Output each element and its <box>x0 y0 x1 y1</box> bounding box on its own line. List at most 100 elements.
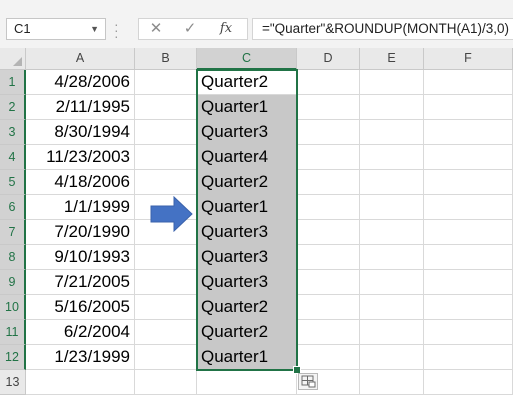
cell-f[interactable] <box>424 370 513 395</box>
cell-b[interactable] <box>135 370 197 395</box>
cell-e[interactable] <box>360 220 424 245</box>
row-header[interactable]: 13 <box>0 370 26 395</box>
cell-e[interactable] <box>360 295 424 320</box>
cell-a[interactable] <box>26 370 135 395</box>
cell-d[interactable] <box>297 195 360 220</box>
column-header-c[interactable]: C <box>197 48 297 70</box>
row-header[interactable]: 2 <box>0 95 26 120</box>
cell-c[interactable]: Quarter1 <box>197 95 297 120</box>
cell-f[interactable] <box>424 320 513 345</box>
column-header-b[interactable]: B <box>135 48 197 70</box>
row-header[interactable]: 3 <box>0 120 26 145</box>
cell-e[interactable] <box>360 170 424 195</box>
cell-d[interactable] <box>297 320 360 345</box>
cell-b[interactable] <box>135 170 197 195</box>
cell-e[interactable] <box>360 370 424 395</box>
cell-e[interactable] <box>360 270 424 295</box>
cell-c[interactable]: Quarter3 <box>197 220 297 245</box>
cell-f[interactable] <box>424 295 513 320</box>
name-box[interactable]: C1 ▼ <box>6 18 106 40</box>
cell-a[interactable]: 5/16/2005 <box>26 295 135 320</box>
cell-f[interactable] <box>424 345 513 370</box>
column-header-d[interactable]: D <box>297 48 360 70</box>
chevron-down-icon[interactable]: ▼ <box>90 19 99 39</box>
cell-a[interactable]: 9/10/1993 <box>26 245 135 270</box>
cell-c[interactable]: Quarter3 <box>197 120 297 145</box>
cell-b[interactable] <box>135 70 197 95</box>
cell-b[interactable] <box>135 320 197 345</box>
formula-input[interactable]: ="Quarter"&ROUNDUP(MONTH(A1)/3,0) <box>252 18 513 40</box>
cell-f[interactable] <box>424 270 513 295</box>
close-icon[interactable]: ✕ <box>143 19 169 39</box>
cell-d[interactable] <box>297 120 360 145</box>
cell-b[interactable] <box>135 145 197 170</box>
cell-c[interactable]: Quarter3 <box>197 245 297 270</box>
column-header-f[interactable]: F <box>424 48 513 70</box>
cell-d[interactable] <box>297 245 360 270</box>
cell-a[interactable]: 7/21/2005 <box>26 270 135 295</box>
cell-a[interactable]: 1/1/1999 <box>26 195 135 220</box>
cell-d[interactable] <box>297 345 360 370</box>
cell-a[interactable]: 11/23/2003 <box>26 145 135 170</box>
cell-e[interactable] <box>360 70 424 95</box>
cell-a[interactable]: 8/30/1994 <box>26 120 135 145</box>
column-header-a[interactable]: A <box>26 48 135 70</box>
quick-analysis-icon[interactable] <box>298 373 318 390</box>
cell-c[interactable]: Quarter1 <box>197 345 297 370</box>
cell-c[interactable]: Quarter2 <box>197 295 297 320</box>
cell-c[interactable] <box>197 370 297 395</box>
cell-d[interactable] <box>297 170 360 195</box>
row-header[interactable]: 11 <box>0 320 26 345</box>
cell-d[interactable] <box>297 70 360 95</box>
cell-e[interactable] <box>360 145 424 170</box>
cell-c[interactable]: Quarter1 <box>197 195 297 220</box>
cell-f[interactable] <box>424 170 513 195</box>
formula-bar-resize-handle[interactable]: · · · <box>114 17 124 43</box>
cell-e[interactable] <box>360 95 424 120</box>
cell-d[interactable] <box>297 95 360 120</box>
cell-a[interactable]: 4/28/2006 <box>26 70 135 95</box>
cell-c[interactable]: Quarter4 <box>197 145 297 170</box>
cell-d[interactable] <box>297 220 360 245</box>
cell-e[interactable] <box>360 120 424 145</box>
cell-e[interactable] <box>360 345 424 370</box>
insert-function-button[interactable]: fx <box>213 19 239 39</box>
row-header[interactable]: 6 <box>0 195 26 220</box>
cell-f[interactable] <box>424 145 513 170</box>
cell-c[interactable]: Quarter2 <box>197 320 297 345</box>
cell-d[interactable] <box>297 145 360 170</box>
cell-b[interactable] <box>135 270 197 295</box>
cell-f[interactable] <box>424 245 513 270</box>
cell-a[interactable]: 2/11/1995 <box>26 95 135 120</box>
cell-c[interactable]: Quarter2 <box>197 170 297 195</box>
cell-b[interactable] <box>135 95 197 120</box>
cell-f[interactable] <box>424 195 513 220</box>
cell-f[interactable] <box>424 120 513 145</box>
cell-e[interactable] <box>360 195 424 220</box>
row-header[interactable]: 5 <box>0 170 26 195</box>
row-header[interactable]: 4 <box>0 145 26 170</box>
cell-c[interactable]: Quarter2 <box>197 70 297 95</box>
cell-a[interactable]: 7/20/1990 <box>26 220 135 245</box>
row-header[interactable]: 10 <box>0 295 26 320</box>
cell-b[interactable] <box>135 345 197 370</box>
check-icon[interactable]: ✓ <box>177 19 203 39</box>
row-header[interactable]: 9 <box>0 270 26 295</box>
row-header[interactable]: 8 <box>0 245 26 270</box>
cell-b[interactable] <box>135 120 197 145</box>
cell-d[interactable] <box>297 295 360 320</box>
cell-e[interactable] <box>360 245 424 270</box>
cell-a[interactable]: 6/2/2004 <box>26 320 135 345</box>
cell-a[interactable]: 4/18/2006 <box>26 170 135 195</box>
column-header-e[interactable]: E <box>360 48 424 70</box>
cell-f[interactable] <box>424 70 513 95</box>
select-all-button[interactable] <box>0 48 26 70</box>
cell-e[interactable] <box>360 320 424 345</box>
row-header[interactable]: 7 <box>0 220 26 245</box>
cell-f[interactable] <box>424 95 513 120</box>
cell-b[interactable] <box>135 245 197 270</box>
cell-d[interactable] <box>297 270 360 295</box>
cell-f[interactable] <box>424 220 513 245</box>
row-header[interactable]: 1 <box>0 70 26 95</box>
cell-a[interactable]: 1/23/1999 <box>26 345 135 370</box>
